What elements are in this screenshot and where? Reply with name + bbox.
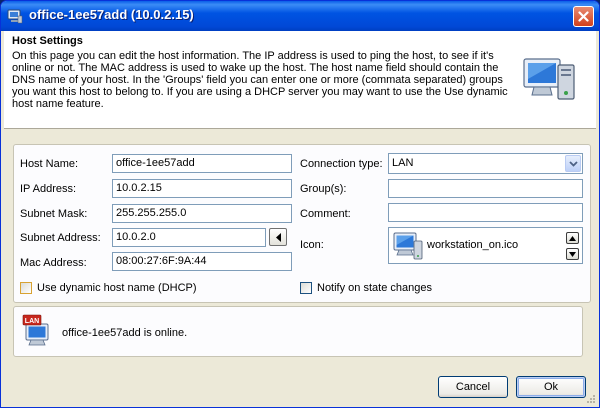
caret-up-icon [569,236,576,241]
network-computer-icon [7,9,23,24]
subnet-mask-field[interactable]: 255.255.255.0 [112,204,292,223]
notify-state-changes-label[interactable]: Notify on state changes [317,282,432,294]
ok-button[interactable]: Ok [516,376,586,398]
chevron-down-icon [569,161,578,167]
close-button[interactable] [573,6,594,27]
header-panel: Host Settings On this page you can edit … [4,31,596,129]
host-name-field[interactable]: office-1ee57add [112,154,292,173]
header-description: On this page you can edit the host infor… [12,50,508,110]
calculate-subnet-button[interactable] [269,228,287,246]
title-bar[interactable]: office-1ee57add (10.0.2.15) [1,1,599,31]
connection-type-label: Connection type: [300,158,383,170]
caret-down-icon [569,252,576,257]
icon-selector[interactable]: workstation_on.ico [388,227,583,264]
subnet-address-label: Subnet Address: [20,232,101,244]
groups-field[interactable] [388,179,583,198]
ip-address-field[interactable]: 10.0.2.15 [112,179,292,198]
host-name-label: Host Name: [20,158,79,170]
icon-next-button[interactable] [566,248,579,260]
icon-label: Icon: [300,239,324,251]
dynamic-host-name-label[interactable]: Use dynamic host name (DHCP) [37,282,197,294]
close-icon [578,11,589,22]
lan-computer-icon: LAN [22,314,49,346]
comment-field[interactable] [388,203,583,222]
groups-label: Group(s): [300,183,347,195]
connection-type-value: LAN [392,157,414,169]
connection-type-select[interactable]: LAN [388,153,583,174]
mac-address-label: Mac Address: [20,257,87,269]
status-panel: LAN office-1ee57add is online. [13,306,583,357]
status-message: office-1ee57add is online. [62,327,188,339]
resize-grip-icon[interactable] [585,393,596,404]
lan-badge: LAN [25,318,39,325]
comment-label: Comment: [300,208,351,220]
workstation-icon [393,232,423,260]
arrow-left-icon [276,233,281,242]
icon-previous-button[interactable] [566,232,579,244]
monitor-computer-icon [523,58,575,100]
dynamic-host-name-checkbox[interactable] [20,282,32,294]
icon-file-name: workstation_on.ico [427,239,519,251]
connection-type-dropdown-button[interactable] [565,155,581,172]
window-title: office-1ee57add (10.0.2.15) [29,7,194,22]
ip-address-label: IP Address: [20,183,77,195]
subnet-mask-label: Subnet Mask: [20,208,88,220]
notify-state-changes-checkbox[interactable] [300,282,312,294]
header-title: Host Settings [12,35,83,47]
mac-address-field[interactable]: 08:00:27:6F:9A:44 [112,252,292,271]
host-settings-window: office-1ee57add (10.0.2.15) Host Setting… [0,0,600,408]
cancel-button[interactable]: Cancel [438,376,508,398]
subnet-address-field[interactable]: 10.0.2.0 [112,228,266,247]
